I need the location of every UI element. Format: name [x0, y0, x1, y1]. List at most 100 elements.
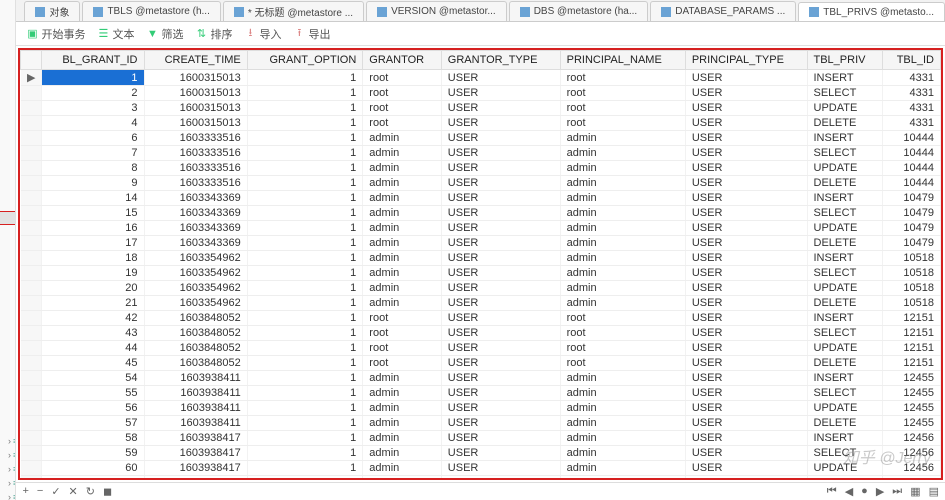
- import-button[interactable]: ⭳导入: [244, 26, 281, 42]
- cell[interactable]: admin: [560, 131, 685, 146]
- tree-table-tab_col_stats[interactable]: ▦TAB_COL_STATS: [0, 156, 16, 170]
- cell[interactable]: USER: [441, 251, 560, 266]
- tab-4[interactable]: DBS @metastore (ha...: [509, 1, 649, 21]
- cancel-button[interactable]: ✕: [69, 485, 78, 498]
- cell[interactable]: admin: [560, 431, 685, 446]
- tree-table-table_params[interactable]: ▦TABLE_PARAMS: [0, 170, 16, 184]
- table-row[interactable]: 616033335161adminUSERadminUSERINSERT1044…: [21, 131, 941, 146]
- cell[interactable]: admin: [363, 146, 442, 161]
- cell[interactable]: 1603333516: [144, 131, 247, 146]
- cell[interactable]: 1: [247, 431, 363, 446]
- cell[interactable]: USER: [685, 131, 807, 146]
- refresh-button[interactable]: ↻: [86, 485, 95, 498]
- cell[interactable]: 1603848052: [144, 326, 247, 341]
- cell[interactable]: 54: [42, 371, 144, 386]
- cell[interactable]: USER: [685, 326, 807, 341]
- add-row-button[interactable]: +: [22, 485, 28, 498]
- cell[interactable]: UPDATE: [807, 161, 882, 176]
- cell[interactable]: admin: [560, 236, 685, 251]
- table-row[interactable]: 5516039384111adminUSERadminUSERSELECT124…: [21, 386, 941, 401]
- cell[interactable]: SELECT: [807, 386, 882, 401]
- table-row[interactable]: 816033335161adminUSERadminUSERUPDATE1044…: [21, 161, 941, 176]
- cell[interactable]: USER: [441, 386, 560, 401]
- cell[interactable]: 12456: [882, 446, 940, 461]
- cell[interactable]: admin: [363, 401, 442, 416]
- cell[interactable]: 1: [247, 131, 363, 146]
- cell[interactable]: 17: [42, 236, 144, 251]
- table-row[interactable]: 1816033549621adminUSERadminUSERINSERT105…: [21, 251, 941, 266]
- cell[interactable]: admin: [363, 206, 442, 221]
- tree-folder[interactable]: ›fx函数: [0, 364, 16, 378]
- column-header[interactable]: TBL_ID: [882, 51, 940, 70]
- table-row[interactable]: 5716039384111adminUSERadminUSERDELETE124…: [21, 416, 941, 431]
- cell[interactable]: UPDATE: [807, 221, 882, 236]
- cell[interactable]: 1603333516: [144, 176, 247, 191]
- table-row[interactable]: 4216038480521rootUSERrootUSERINSERT12151: [21, 311, 941, 326]
- cell[interactable]: 1603938411: [144, 401, 247, 416]
- tree-table-serde_params[interactable]: ▦SERDE_PARAMS: [0, 30, 16, 44]
- cell[interactable]: 45: [42, 356, 144, 371]
- first-page-button[interactable]: ⏮: [827, 485, 837, 498]
- cell[interactable]: root: [560, 356, 685, 371]
- cell[interactable]: 1: [247, 356, 363, 371]
- cell[interactable]: USER: [685, 416, 807, 431]
- cell[interactable]: 1603938411: [144, 416, 247, 431]
- tree-db-mysql[interactable]: ›≡mysql: [0, 434, 15, 448]
- cell[interactable]: admin: [363, 131, 442, 146]
- cell[interactable]: USER: [685, 176, 807, 191]
- cell[interactable]: root: [560, 70, 685, 86]
- cell[interactable]: 6: [42, 131, 144, 146]
- data-grid-container[interactable]: BL_GRANT_IDCREATE_TIMEGRANT_OPTIONGRANTO…: [18, 48, 943, 480]
- cell[interactable]: 7: [42, 146, 144, 161]
- cell[interactable]: USER: [441, 236, 560, 251]
- cell[interactable]: 10479: [882, 206, 940, 221]
- tree-table-skewed_col_value_loc_map[interactable]: ▦SKEWED_COL_VALUE_LOC_MAP: [0, 72, 16, 86]
- cell[interactable]: DELETE: [807, 476, 882, 481]
- table-row[interactable]: 2016033549621adminUSERadminUSERUPDATE105…: [21, 281, 941, 296]
- cell[interactable]: 10518: [882, 251, 940, 266]
- cell[interactable]: 4331: [882, 86, 940, 101]
- cell[interactable]: 1: [247, 101, 363, 116]
- cell[interactable]: DELETE: [807, 176, 882, 191]
- cell[interactable]: USER: [441, 161, 560, 176]
- table-row[interactable]: 5416039384111adminUSERadminUSERINSERT124…: [21, 371, 941, 386]
- cell[interactable]: root: [363, 86, 442, 101]
- cell[interactable]: 10479: [882, 236, 940, 251]
- cell[interactable]: admin: [560, 281, 685, 296]
- cell[interactable]: 4331: [882, 101, 940, 116]
- tree-table-user_role[interactable]: ▦user_role: [0, 294, 16, 308]
- cell[interactable]: 3: [42, 101, 144, 116]
- table-row[interactable]: 6016039384171adminUSERadminUSERUPDATE124…: [21, 461, 941, 476]
- cell[interactable]: DELETE: [807, 416, 882, 431]
- tab-2[interactable]: * 无标题 @metastore ...: [223, 1, 364, 21]
- cell[interactable]: admin: [363, 281, 442, 296]
- cell[interactable]: 10479: [882, 221, 940, 236]
- cell[interactable]: 16: [42, 221, 144, 236]
- cell[interactable]: USER: [441, 221, 560, 236]
- cell[interactable]: admin: [363, 251, 442, 266]
- tree-table-txn_components[interactable]: ▦TXN_COMPONENTS: [0, 238, 16, 252]
- cell[interactable]: 1603333516: [144, 146, 247, 161]
- table-row[interactable]: 216003150131rootUSERrootUSERSELECT4331: [21, 86, 941, 101]
- cell[interactable]: admin: [560, 221, 685, 236]
- cell[interactable]: USER: [441, 446, 560, 461]
- tree-folder[interactable]: ›🔍查询: [0, 392, 16, 406]
- cell[interactable]: 1: [247, 206, 363, 221]
- cell[interactable]: INSERT: [807, 251, 882, 266]
- sort-button[interactable]: ⇅排序: [195, 26, 232, 42]
- tree-table-version[interactable]: ▦VERSION: [0, 322, 16, 336]
- tree-table-sequence_table[interactable]: ▦SEQUENCE_TABLE: [0, 16, 16, 30]
- cell[interactable]: 1: [247, 416, 363, 431]
- cell[interactable]: USER: [685, 146, 807, 161]
- tree-table-serdes[interactable]: ▦SERDES: [0, 44, 16, 58]
- cell[interactable]: 1603354962: [144, 251, 247, 266]
- cell[interactable]: USER: [685, 341, 807, 356]
- table-row[interactable]: 1416033433691adminUSERadminUSERINSERT104…: [21, 191, 941, 206]
- cell[interactable]: root: [560, 101, 685, 116]
- column-header[interactable]: BL_GRANT_ID: [42, 51, 144, 70]
- cell[interactable]: admin: [363, 176, 442, 191]
- cell[interactable]: USER: [441, 401, 560, 416]
- cell[interactable]: USER: [685, 221, 807, 236]
- tree-table-tbl_col_privs[interactable]: ▦TBL_COL_PRIVS: [0, 198, 16, 212]
- cell[interactable]: 12455: [882, 416, 940, 431]
